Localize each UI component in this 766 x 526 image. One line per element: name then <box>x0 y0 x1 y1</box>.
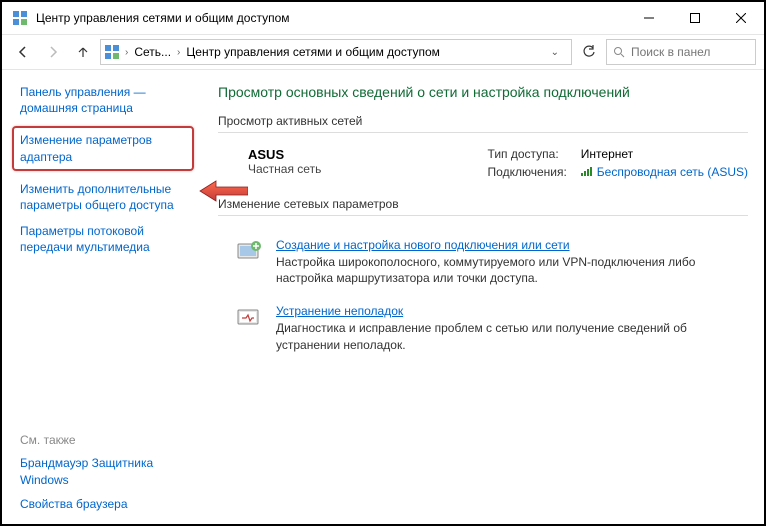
breadcrumb-part[interactable]: Сеть... <box>134 45 171 59</box>
new-connection-link[interactable]: Создание и настройка нового подключения … <box>276 238 748 252</box>
maximize-button[interactable] <box>672 3 718 33</box>
change-settings-label: Изменение сетевых параметров <box>218 197 748 215</box>
sidebar-adapter-link[interactable]: Изменение параметров адаптера <box>20 132 186 164</box>
troubleshoot-desc: Диагностика и исправление проблем с сеть… <box>276 320 748 352</box>
troubleshoot-link[interactable]: Устранение неполадок <box>276 304 748 318</box>
page-heading: Просмотр основных сведений о сети и наст… <box>218 84 748 100</box>
sidebar-media-link[interactable]: Параметры потоковой передачи мультимедиа <box>20 223 190 255</box>
search-field[interactable] <box>631 45 749 59</box>
active-networks-label: Просмотр активных сетей <box>218 114 748 132</box>
connection-name: Беспроводная сеть (ASUS) <box>597 165 748 179</box>
search-icon <box>613 46 625 58</box>
network-name: ASUS <box>248 147 458 162</box>
chevron-down-icon[interactable]: ⌄ <box>543 47 567 58</box>
nav-up-button[interactable] <box>70 39 96 65</box>
breadcrumb-part[interactable]: Центр управления сетями и общим доступом <box>186 45 440 59</box>
access-type-label: Тип доступа: <box>488 147 567 161</box>
window-title: Центр управления сетями и общим доступом <box>36 11 626 25</box>
search-input[interactable] <box>606 39 756 65</box>
close-button[interactable] <box>718 3 764 33</box>
sidebar-browser-link[interactable]: Свойства браузера <box>20 496 190 512</box>
minimize-button[interactable] <box>626 3 672 33</box>
highlighted-link-box: Изменение параметров адаптера <box>12 126 194 170</box>
chevron-right-icon: › <box>123 47 130 58</box>
connection-link[interactable]: Беспроводная сеть (ASUS) <box>581 165 748 179</box>
sidebar-sharing-link[interactable]: Изменить дополнительные параметры общего… <box>20 181 190 213</box>
sidebar-firewall-link[interactable]: Брандмауэр Защитника Windows <box>20 455 190 487</box>
chevron-right-icon: › <box>175 47 182 58</box>
access-type-value: Интернет <box>581 147 748 161</box>
network-type: Частная сеть <box>248 162 458 176</box>
nav-back-button[interactable] <box>10 39 36 65</box>
connections-label: Подключения: <box>488 165 567 179</box>
breadcrumb-icon <box>105 45 119 59</box>
app-icon <box>12 10 28 26</box>
troubleshoot-icon <box>236 304 264 332</box>
seealso-heading: См. также <box>20 433 190 447</box>
new-connection-desc: Настройка широкополосного, коммутируемог… <box>276 254 748 286</box>
nav-forward-button[interactable] <box>40 39 66 65</box>
new-connection-icon <box>236 238 264 266</box>
sidebar-home-link[interactable]: Панель управления — домашняя страница <box>20 84 190 116</box>
breadcrumb[interactable]: › Сеть... › Центр управления сетями и об… <box>100 39 572 65</box>
annotation-arrow <box>198 179 248 203</box>
refresh-button[interactable] <box>576 39 602 65</box>
wifi-icon <box>581 165 593 176</box>
